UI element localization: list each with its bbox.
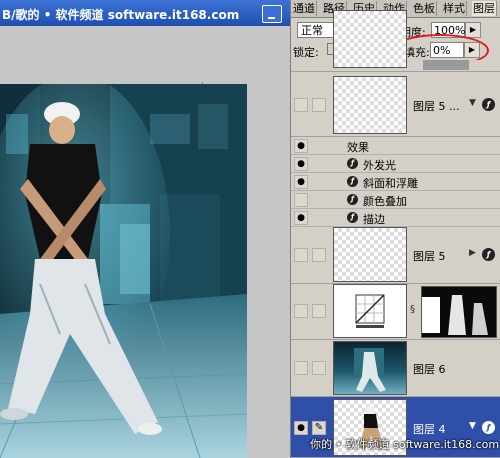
expand-triangle-icon[interactable]: ▶ (469, 248, 476, 258)
effect-row-bevel-emboss[interactable]: ● ƒ 斜面和浮雕 (291, 173, 500, 191)
blend-mode-value: 正常 (301, 24, 323, 37)
layer-effects-icon[interactable]: ƒ (482, 248, 495, 261)
effect-icon: ƒ (347, 194, 358, 205)
document-title: B/歌的 • 软件频道 software.it168.com (2, 8, 240, 22)
effect-icon: ƒ (347, 176, 358, 187)
effect-row-color-overlay[interactable]: ƒ 颜色叠加 (291, 191, 500, 209)
eye-icon[interactable]: ● (294, 157, 308, 171)
layer-mask-thumbnail (421, 286, 497, 338)
visibility-toggle[interactable] (294, 361, 308, 375)
visibility-toggle[interactable] (294, 98, 308, 112)
layer-row-curves[interactable]: § (291, 284, 500, 340)
layer-row-5[interactable]: 图层 5 ▶ ƒ (291, 227, 500, 284)
link-toggle[interactable] (312, 98, 326, 112)
tab-channels[interactable]: 通道 (292, 1, 317, 16)
tab-styles[interactable]: 样式 (442, 1, 467, 16)
effect-label: 颜色叠加 (363, 195, 407, 208)
effect-label: 外发光 (363, 159, 396, 172)
layer-row-5-copy[interactable]: 图层 5 ... ▼ ƒ (291, 73, 500, 137)
link-toggle[interactable] (312, 248, 326, 262)
effects-header-label: 效果 (347, 141, 369, 154)
tab-swatches[interactable]: 色板 (412, 1, 437, 16)
layer-row-6[interactable]: 图层 6 (291, 340, 500, 397)
layer-thumbnail (333, 227, 407, 282)
adjustment-thumbnail (333, 284, 407, 338)
layer-thumbnail (333, 76, 407, 134)
effect-icon: ƒ (347, 212, 358, 223)
eye-icon[interactable]: ● (294, 139, 308, 153)
layer-name: 图层 5 ... (413, 100, 460, 113)
layers-list: 图层 5 ... ▼ ƒ ● 效果 ● ƒ 外发光 ● ƒ 斜面和浮雕 ƒ 颜色… (291, 10, 500, 458)
layer-thumbnail (333, 10, 407, 68)
effects-header-row[interactable]: ● 效果 (291, 137, 500, 155)
collapse-triangle-icon[interactable]: ▼ (469, 98, 476, 108)
layer-effects-icon[interactable]: ƒ (482, 421, 495, 434)
eye-icon[interactable]: ● (294, 421, 308, 435)
layer-name: 图层 4 (413, 423, 446, 436)
watermark-text: 你的 • 软件频道 software.it168.com (310, 438, 500, 451)
layer-mask-thumbnail (423, 60, 469, 70)
layer-row-top[interactable] (291, 10, 500, 72)
layer-thumbnail (333, 341, 407, 395)
effect-icon: ƒ (347, 158, 358, 169)
layer-name: 图层 6 (413, 363, 446, 376)
effect-label: 描边 (363, 213, 385, 226)
lock-label: 锁定: (293, 46, 319, 59)
tab-layers[interactable]: 图层 (472, 1, 497, 16)
mask-artwork (422, 287, 496, 337)
collapse-triangle-icon[interactable]: ▼ (469, 421, 476, 431)
thumbnail-artwork (354, 348, 386, 392)
visibility-toggle[interactable] (294, 304, 308, 318)
layer-effects-icon[interactable]: ƒ (482, 98, 495, 111)
link-toggle[interactable] (312, 361, 326, 375)
document-window: B/歌的 • 软件频道 software.it168.com (0, 0, 290, 458)
canvas-photo[interactable] (0, 84, 247, 458)
effect-row-stroke[interactable]: ● ƒ 描边 (291, 209, 500, 227)
opacity-slider-button[interactable]: ▶ (465, 22, 481, 38)
minimize-button[interactable] (262, 5, 282, 23)
curves-adjustment-icon (355, 294, 385, 328)
visibility-toggle[interactable] (294, 248, 308, 262)
document-title-bar[interactable]: B/歌的 • 软件频道 software.it168.com (0, 0, 290, 26)
chain-link-icon[interactable]: § (410, 304, 415, 315)
canvas-area[interactable] (0, 26, 290, 458)
layers-panel: 通道 路径 历史 动作 色板 样式 图层 正常 ▼ 不透明度: 100% ▶ 锁… (290, 0, 500, 458)
effect-label: 斜面和浮雕 (363, 177, 418, 190)
brush-icon[interactable]: ✎ (312, 421, 326, 435)
effect-row-outer-glow[interactable]: ● ƒ 外发光 (291, 155, 500, 173)
eye-icon[interactable]: ● (294, 175, 308, 189)
eye-icon[interactable] (294, 193, 308, 207)
layer-name: 图层 5 (413, 250, 446, 263)
photo-artwork (0, 84, 247, 458)
link-toggle[interactable] (312, 304, 326, 318)
eye-icon[interactable]: ● (294, 211, 308, 225)
